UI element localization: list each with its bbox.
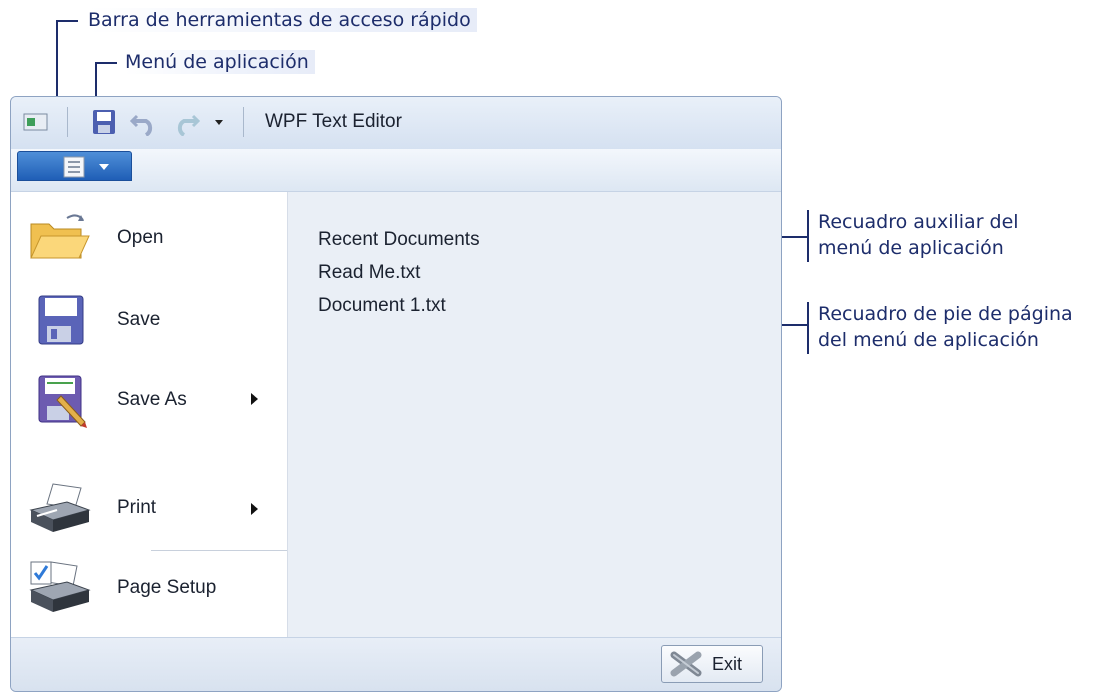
menu-label-page-setup: Page Setup — [117, 577, 217, 598]
save-as-icon — [38, 375, 87, 428]
qat-undo-icon[interactable] — [129, 108, 159, 136]
window-title: WPF Text Editor — [265, 111, 402, 132]
title-separator — [243, 107, 244, 137]
footer-callout-line-v2 — [807, 302, 809, 354]
callout-footer-pane-1: Recuadro de pie de página — [818, 303, 1073, 325]
qat-customize-dropdown-icon[interactable] — [213, 119, 225, 127]
qat-redo-icon[interactable] — [171, 108, 201, 136]
chevron-down-icon — [99, 164, 109, 170]
menu-label-save-as: Save As — [117, 389, 187, 410]
save-floppy-icon — [38, 295, 84, 345]
menu-item-open[interactable]: Open — [11, 202, 287, 272]
close-icon — [670, 651, 702, 677]
menu-label-open: Open — [117, 227, 164, 248]
document-icon — [63, 156, 85, 178]
recent-document-item[interactable]: Read Me.txt — [318, 262, 420, 284]
appmenu-callout-line-h — [95, 62, 117, 64]
exit-label: Exit — [712, 654, 743, 674]
menu-label-save: Save — [117, 309, 161, 330]
auxiliary-pane — [288, 192, 781, 637]
aux-callout-line-v — [807, 210, 809, 262]
application-window: WPF Text Editor Open Save Save As Print … — [10, 96, 782, 692]
menu-item-page-setup[interactable]: Page Setup — [11, 552, 287, 622]
callout-footer-pane-2: del menú de aplicación — [818, 329, 1039, 351]
menu-item-save-as[interactable]: Save As — [11, 364, 287, 434]
exit-button[interactable]: Exit — [661, 645, 763, 683]
qat-separator — [67, 107, 68, 137]
page-setup-icon — [29, 561, 91, 612]
menu-separator — [151, 550, 287, 551]
submenu-arrow-icon — [251, 393, 258, 405]
menu-item-save[interactable]: Save — [11, 284, 287, 354]
qat-callout-line-h — [56, 20, 78, 22]
callout-auxiliary-pane-1: Recuadro auxiliar del — [818, 211, 1019, 233]
qat-save-icon[interactable] — [91, 108, 117, 136]
recent-documents-header: Recent Documents — [318, 229, 480, 250]
recent-document-item[interactable]: Document 1.txt — [318, 295, 446, 317]
window-icon[interactable] — [23, 111, 49, 133]
submenu-arrow-icon — [251, 503, 258, 515]
menu-item-print[interactable]: Print — [11, 472, 287, 542]
callout-application-menu: Menú de aplicación — [125, 50, 315, 74]
qat-callout-line-v — [56, 20, 58, 102]
callout-auxiliary-pane-2: menú de aplicación — [818, 237, 1004, 259]
title-bar: WPF Text Editor — [11, 97, 781, 149]
open-folder-icon — [30, 214, 90, 259]
callout-quick-access-toolbar: Barra de herramientas de acceso rápido — [88, 8, 477, 32]
printer-icon — [29, 483, 91, 532]
menu-label-print: Print — [117, 497, 157, 518]
application-menu-button[interactable] — [17, 151, 132, 181]
